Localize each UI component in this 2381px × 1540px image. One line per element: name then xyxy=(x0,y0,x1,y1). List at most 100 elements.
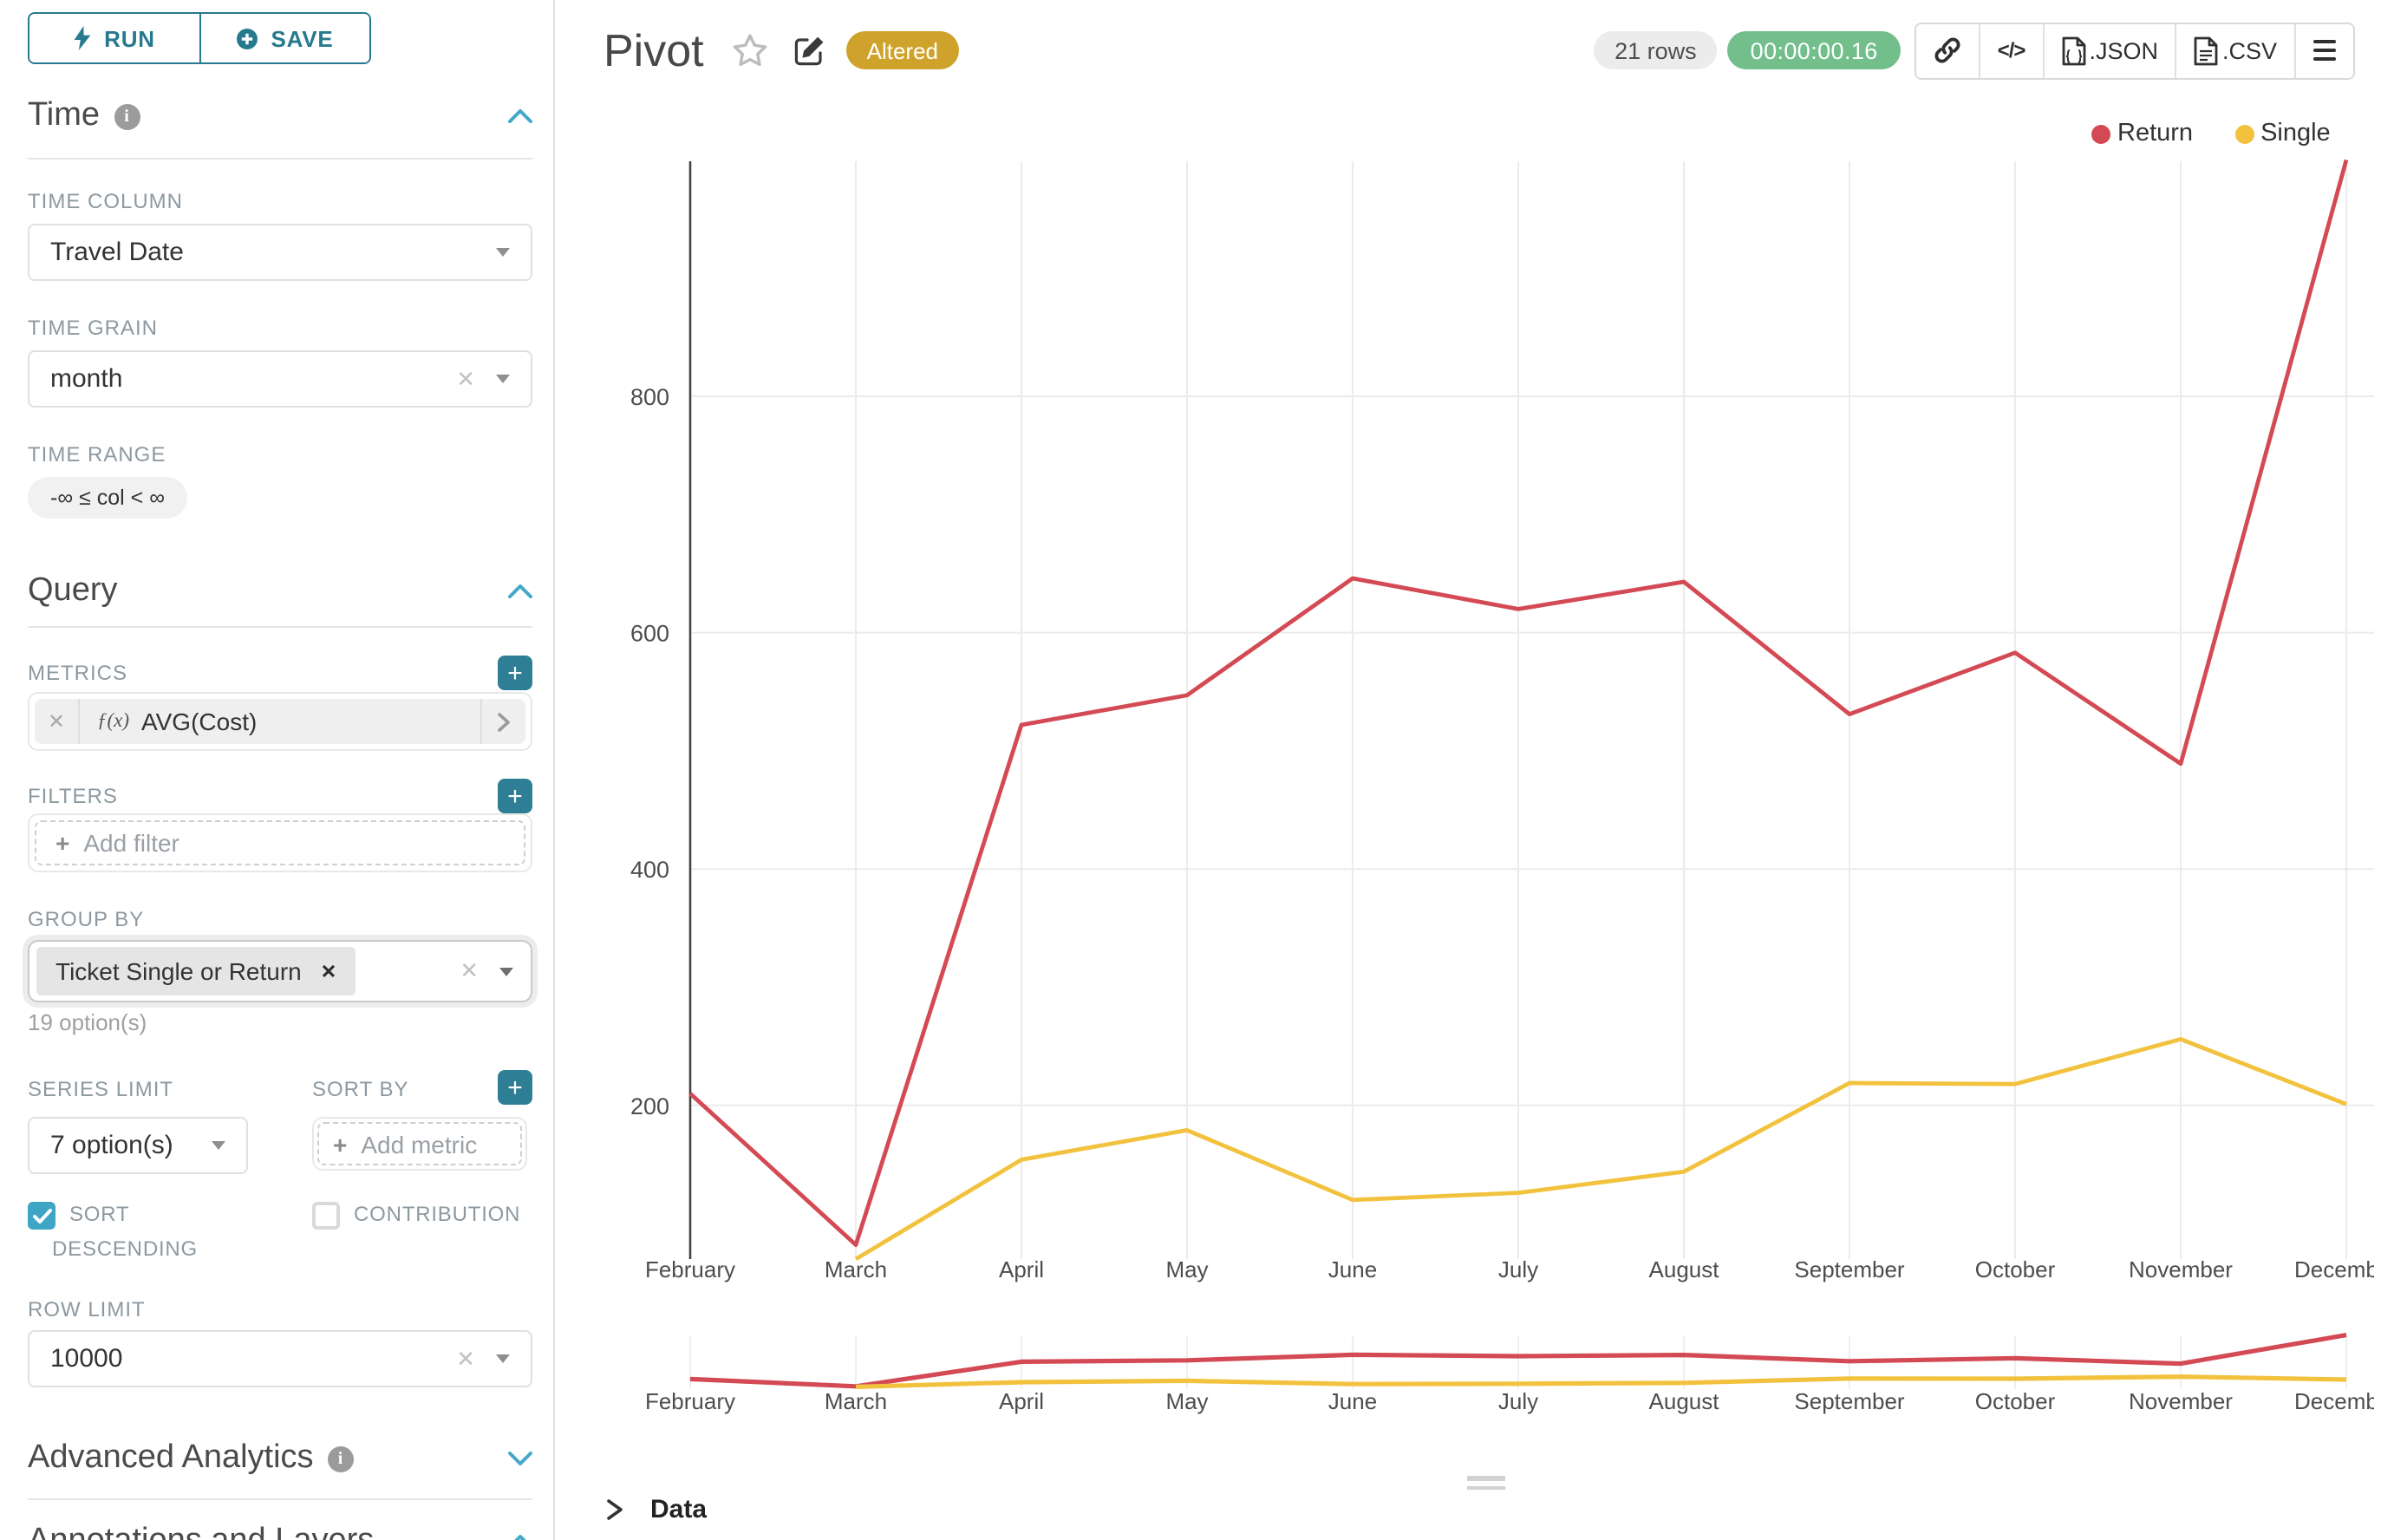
plus-icon: + xyxy=(333,1130,347,1158)
save-label: SAVE xyxy=(271,25,333,51)
csv-label: .CSV xyxy=(2222,37,2277,63)
info-icon: i xyxy=(328,1445,354,1471)
series-line-single xyxy=(856,1039,2346,1259)
group-by-label: GROUP BY xyxy=(28,907,532,931)
annotations-header[interactable]: Annotations and Layers xyxy=(28,1523,532,1540)
panel-resize-handle[interactable] xyxy=(1467,1476,1505,1495)
remove-tag-icon[interactable]: ✕ xyxy=(321,960,336,982)
save-button[interactable]: SAVE xyxy=(199,14,369,62)
legend-dot-return xyxy=(2091,124,2110,143)
legend-item-single[interactable]: Single xyxy=(2234,120,2331,147)
time-section-title: Time xyxy=(28,97,100,135)
altered-badge: Altered xyxy=(846,31,959,69)
favorite-star-icon[interactable] xyxy=(732,33,768,68)
group-by-tag-label: Ticket Single or Return xyxy=(55,957,302,985)
sort-descending-label-line2: DESCENDING xyxy=(52,1237,312,1261)
export-json-button[interactable]: .JSON xyxy=(2042,23,2176,77)
chevron-down-icon[interactable] xyxy=(508,1452,532,1465)
x-axis-label: September xyxy=(1794,1256,1905,1282)
clear-icon[interactable]: ✕ xyxy=(456,1345,475,1373)
y-tick-label: 600 xyxy=(630,621,669,647)
advanced-analytics-header[interactable]: Advanced Analytics i xyxy=(28,1439,532,1478)
explore-view: RUN SAVE Time i TIME COLUMN Travel Date … xyxy=(0,0,2381,1540)
divider xyxy=(28,158,532,160)
chevron-up-icon[interactable] xyxy=(508,584,532,598)
time-range-pill[interactable]: -∞ ≤ col < ∞ xyxy=(28,477,187,519)
time-range-label: TIME RANGE xyxy=(28,442,532,467)
time-column-value: Travel Date xyxy=(50,238,184,267)
export-csv-button[interactable]: .CSV xyxy=(2176,23,2294,77)
x-axis-label: August xyxy=(1649,1256,1720,1282)
group-by-select[interactable]: Ticket Single or Return ✕ ✕ xyxy=(28,940,532,1002)
share-link-button[interactable] xyxy=(1916,23,1979,77)
add-sort-metric-button[interactable]: + Add metric xyxy=(317,1122,522,1165)
clear-icon[interactable]: ✕ xyxy=(456,365,475,393)
data-panel-title: Data xyxy=(650,1495,707,1524)
contribution-checkbox[interactable] xyxy=(312,1202,340,1230)
chevron-right-icon xyxy=(605,1498,624,1521)
add-metric-plus-button[interactable]: + xyxy=(498,656,532,690)
chart-title: Pivot xyxy=(603,23,704,77)
preview-x-label: October xyxy=(1975,1388,2056,1414)
preview-x-label: April xyxy=(999,1388,1044,1414)
legend-item-return[interactable]: Return xyxy=(2091,120,2193,147)
add-filter-button[interactable]: + Add filter xyxy=(35,820,525,865)
preview-x-label: December xyxy=(2294,1388,2374,1414)
y-tick-label: 800 xyxy=(630,384,669,410)
divider xyxy=(28,626,532,628)
group-by-tag[interactable]: Ticket Single or Return ✕ xyxy=(36,947,356,995)
query-section-header[interactable]: Query xyxy=(28,572,532,610)
chart-panel: Pivot Altered 21 rows 00:00:00.16 </> .J… xyxy=(555,0,2381,1540)
preview-x-label: July xyxy=(1498,1388,1538,1414)
plus-circle-icon xyxy=(236,27,258,49)
chart-header: Pivot Altered 21 rows 00:00:00.16 </> .J… xyxy=(555,0,2381,101)
y-tick-label: 400 xyxy=(630,857,669,883)
time-grain-label: TIME GRAIN xyxy=(28,316,532,340)
sort-by-label: SORT BY xyxy=(312,1077,409,1101)
caret-down-icon xyxy=(496,375,510,383)
metric-pill[interactable]: ✕ ƒ(x) AVG(Cost) xyxy=(35,699,525,744)
filters-label: FILTERS xyxy=(28,784,118,808)
preview-x-label: September xyxy=(1794,1388,1905,1414)
query-timer-badge: 00:00:00.16 xyxy=(1728,31,1901,69)
series-limit-select[interactable]: 7 option(s) xyxy=(28,1117,248,1174)
time-grain-select[interactable]: month ✕ xyxy=(28,350,532,408)
row-limit-select[interactable]: 10000 ✕ xyxy=(28,1330,532,1387)
add-filter-plus-button[interactable]: + xyxy=(498,779,532,813)
chevron-up-icon[interactable] xyxy=(508,1535,532,1540)
remove-metric-icon[interactable]: ✕ xyxy=(35,699,80,744)
more-menu-button[interactable] xyxy=(2294,23,2353,77)
caret-down-icon xyxy=(499,967,513,976)
time-section-header[interactable]: Time i xyxy=(28,97,532,135)
contribution-label: CONTRIBUTION xyxy=(354,1202,520,1228)
caret-down-icon xyxy=(496,248,510,257)
run-button[interactable]: RUN xyxy=(29,14,199,62)
y-tick-label: 200 xyxy=(630,1093,669,1119)
chevron-right-icon[interactable] xyxy=(480,699,525,744)
preview-x-label: August xyxy=(1649,1388,1720,1414)
chevron-up-icon[interactable] xyxy=(508,109,532,123)
x-axis-label: March xyxy=(825,1256,887,1282)
data-panel-header[interactable]: Data xyxy=(605,1495,707,1524)
series-limit-label: SERIES LIMIT xyxy=(28,1077,173,1101)
fx-icon: ƒ(x) xyxy=(97,711,129,732)
row-limit-label: ROW LIMIT xyxy=(28,1297,532,1321)
lightning-icon xyxy=(73,26,92,50)
x-axis-label: February xyxy=(645,1256,735,1282)
line-chart-svg[interactable]: 200400600800FebruaryFebruaryMarchMarchAp… xyxy=(555,0,2374,1540)
embed-code-button[interactable]: </> xyxy=(1979,23,2043,77)
time-column-select[interactable]: Travel Date xyxy=(28,224,532,281)
preview-x-label: March xyxy=(825,1388,887,1414)
run-label: RUN xyxy=(104,25,155,51)
legend-dot-single xyxy=(2234,124,2254,143)
time-column-label: TIME COLUMN xyxy=(28,189,532,213)
clear-icon[interactable]: ✕ xyxy=(460,957,479,985)
query-section-title: Query xyxy=(28,572,118,610)
advanced-analytics-title: Advanced Analytics xyxy=(28,1439,314,1478)
x-axis-label: July xyxy=(1498,1256,1538,1282)
add-sort-plus-button[interactable]: + xyxy=(498,1070,532,1105)
group-by-hint: 19 option(s) xyxy=(28,1009,532,1035)
sort-descending-checkbox[interactable] xyxy=(28,1202,55,1230)
json-label: .JSON xyxy=(2089,37,2158,63)
edit-pencil-icon[interactable] xyxy=(793,34,825,67)
